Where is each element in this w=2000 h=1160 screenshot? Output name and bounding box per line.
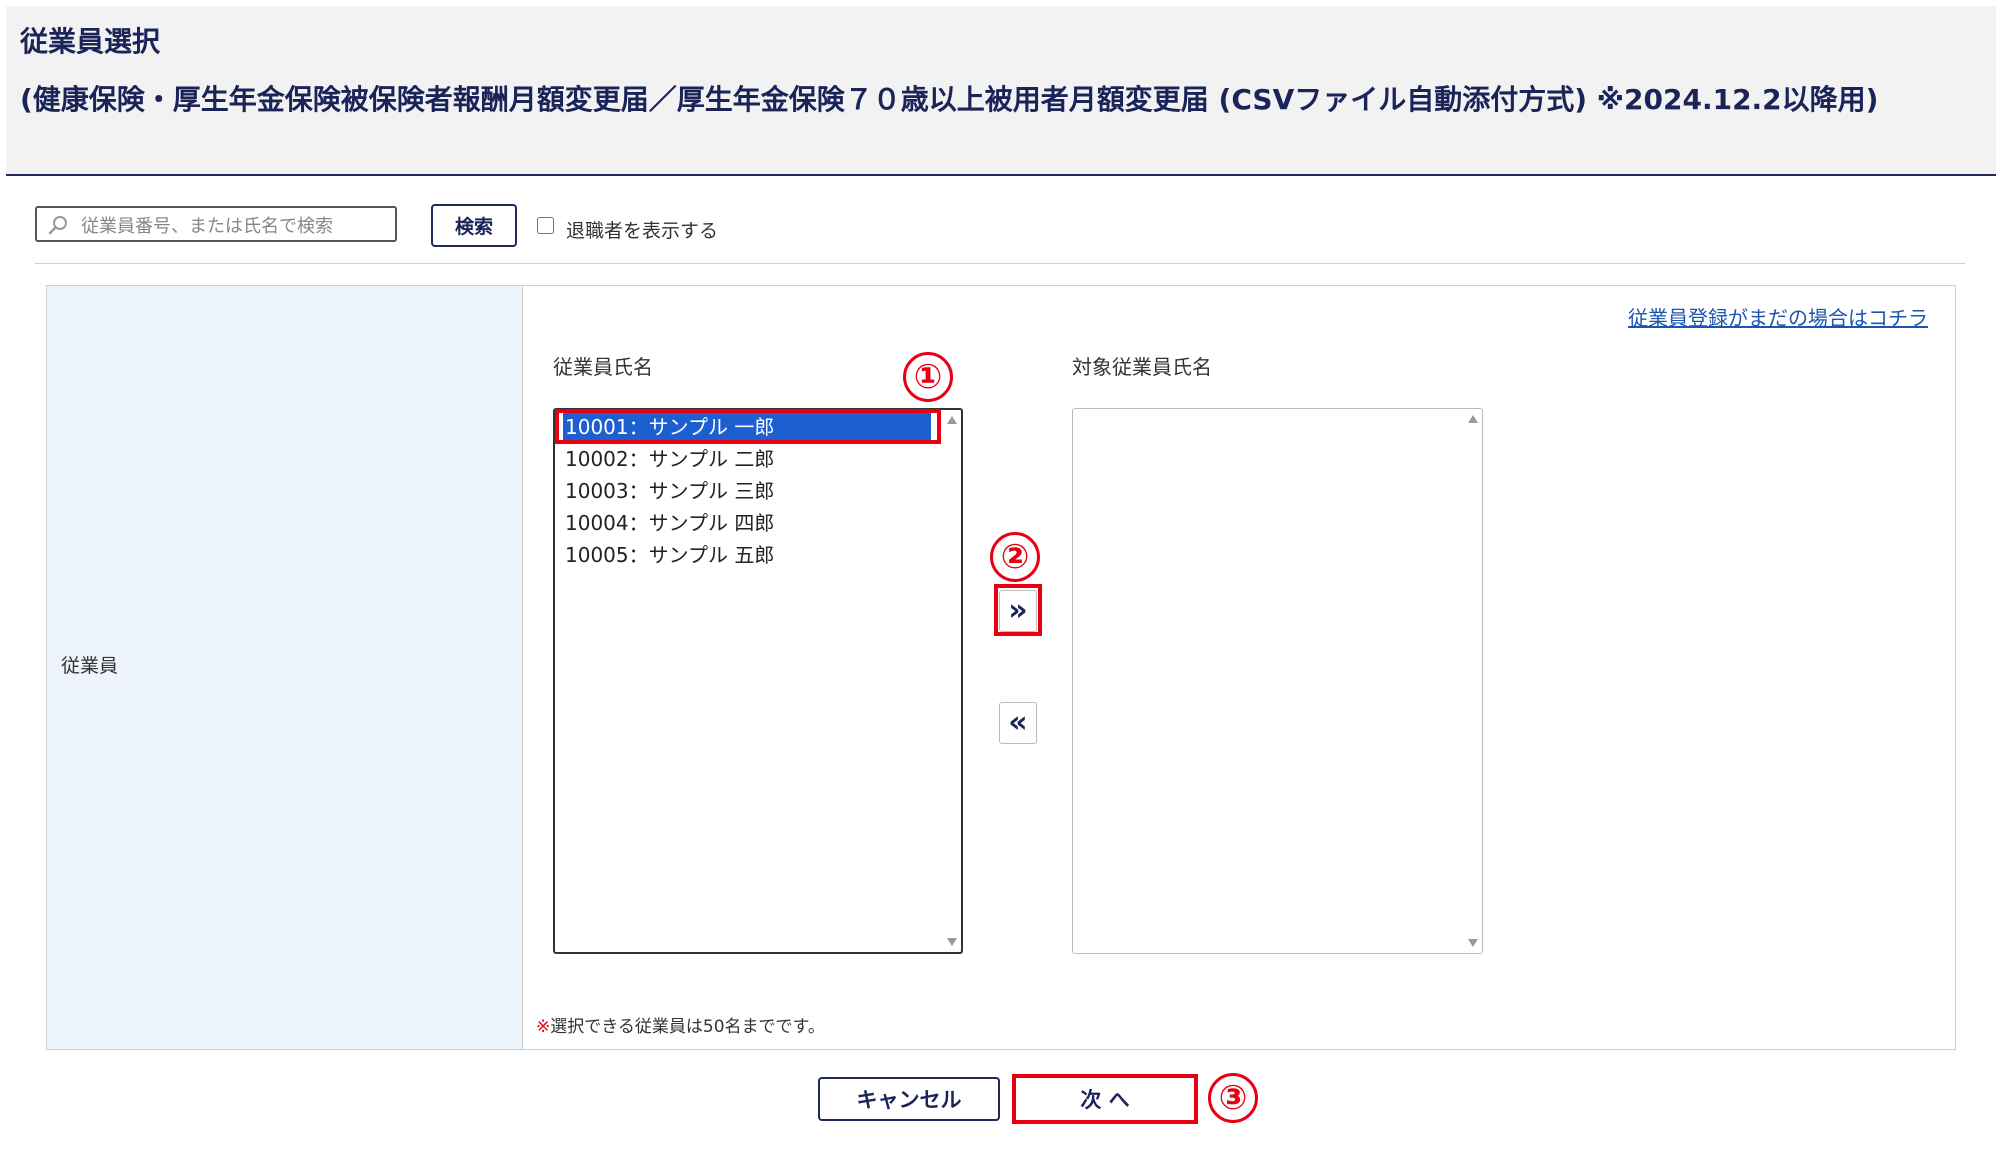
- add-employee-button[interactable]: »: [999, 590, 1037, 632]
- page-subtitle: (健康保険・厚生年金保険被保険者報酬月額変更届／厚生年金保険７０歳以上被用者月額…: [20, 83, 1879, 116]
- target-listbox[interactable]: [1072, 408, 1483, 954]
- search-field[interactable]: [35, 206, 397, 242]
- list-item[interactable]: 10004：サンプル 四郎: [563, 508, 931, 538]
- list-item[interactable]: 10003：サンプル 三郎: [563, 476, 931, 506]
- row-label-cell: 従業員: [47, 286, 523, 1049]
- show-retired-checkbox[interactable]: [537, 217, 554, 234]
- annotation-number-3: ③: [1208, 1073, 1258, 1123]
- list-item[interactable]: 10001：サンプル 一郎: [563, 412, 931, 442]
- employee-selection-panel: 従業員: [46, 285, 1956, 1050]
- target-list-heading: 対象従業員氏名: [1072, 355, 1212, 379]
- list-item-label: 10004：サンプル 四郎: [565, 511, 775, 535]
- note-mark: ※: [536, 1017, 551, 1037]
- cancel-button[interactable]: キャンセル: [818, 1077, 1000, 1121]
- next-button[interactable]: 次 へ: [1012, 1074, 1198, 1124]
- list-item-label: 10003：サンプル 三郎: [565, 479, 775, 503]
- list-item-label: 10002：サンプル 二郎: [565, 447, 775, 471]
- list-item[interactable]: 10005：サンプル 五郎: [563, 540, 931, 570]
- note-text: 選択できる従業員は50名までです。: [550, 1017, 825, 1037]
- search-button[interactable]: 検索: [431, 204, 517, 247]
- scroll-up-arrow[interactable]: [947, 416, 957, 424]
- page-header: 従業員選択 (健康保険・厚生年金保険被保険者報酬月額変更届／厚生年金保険７０歳以…: [6, 6, 1996, 176]
- employee-listbox[interactable]: 10001：サンプル 一郎 10002：サンプル 二郎 10003：サンプル 三…: [553, 408, 963, 954]
- annotation-number-1: ①: [903, 352, 953, 402]
- selection-limit-note: ※選択できる従業員は50名までです。: [536, 1012, 825, 1037]
- annotation-number-2: ②: [990, 532, 1040, 582]
- search-input[interactable]: [79, 211, 393, 241]
- list-item-label: 10001：サンプル 一郎: [565, 415, 775, 439]
- scroll-down-arrow[interactable]: [947, 938, 957, 946]
- search-icon: [48, 216, 67, 235]
- divider: [35, 263, 1965, 264]
- register-employee-link[interactable]: 従業員登録がまだの場合はコチラ: [1628, 302, 1928, 331]
- remove-employee-button[interactable]: «: [999, 702, 1037, 744]
- list-item[interactable]: 10002：サンプル 二郎: [563, 444, 931, 474]
- scroll-up-arrow[interactable]: [1468, 415, 1478, 423]
- row-label: 従業員: [61, 655, 119, 677]
- page-title: 従業員選択: [20, 25, 161, 58]
- employee-list-heading: 従業員氏名: [553, 355, 653, 379]
- list-item-label: 10005：サンプル 五郎: [565, 543, 775, 567]
- show-retired-label[interactable]: 退職者を表示する: [566, 216, 718, 243]
- scroll-down-arrow[interactable]: [1468, 939, 1478, 947]
